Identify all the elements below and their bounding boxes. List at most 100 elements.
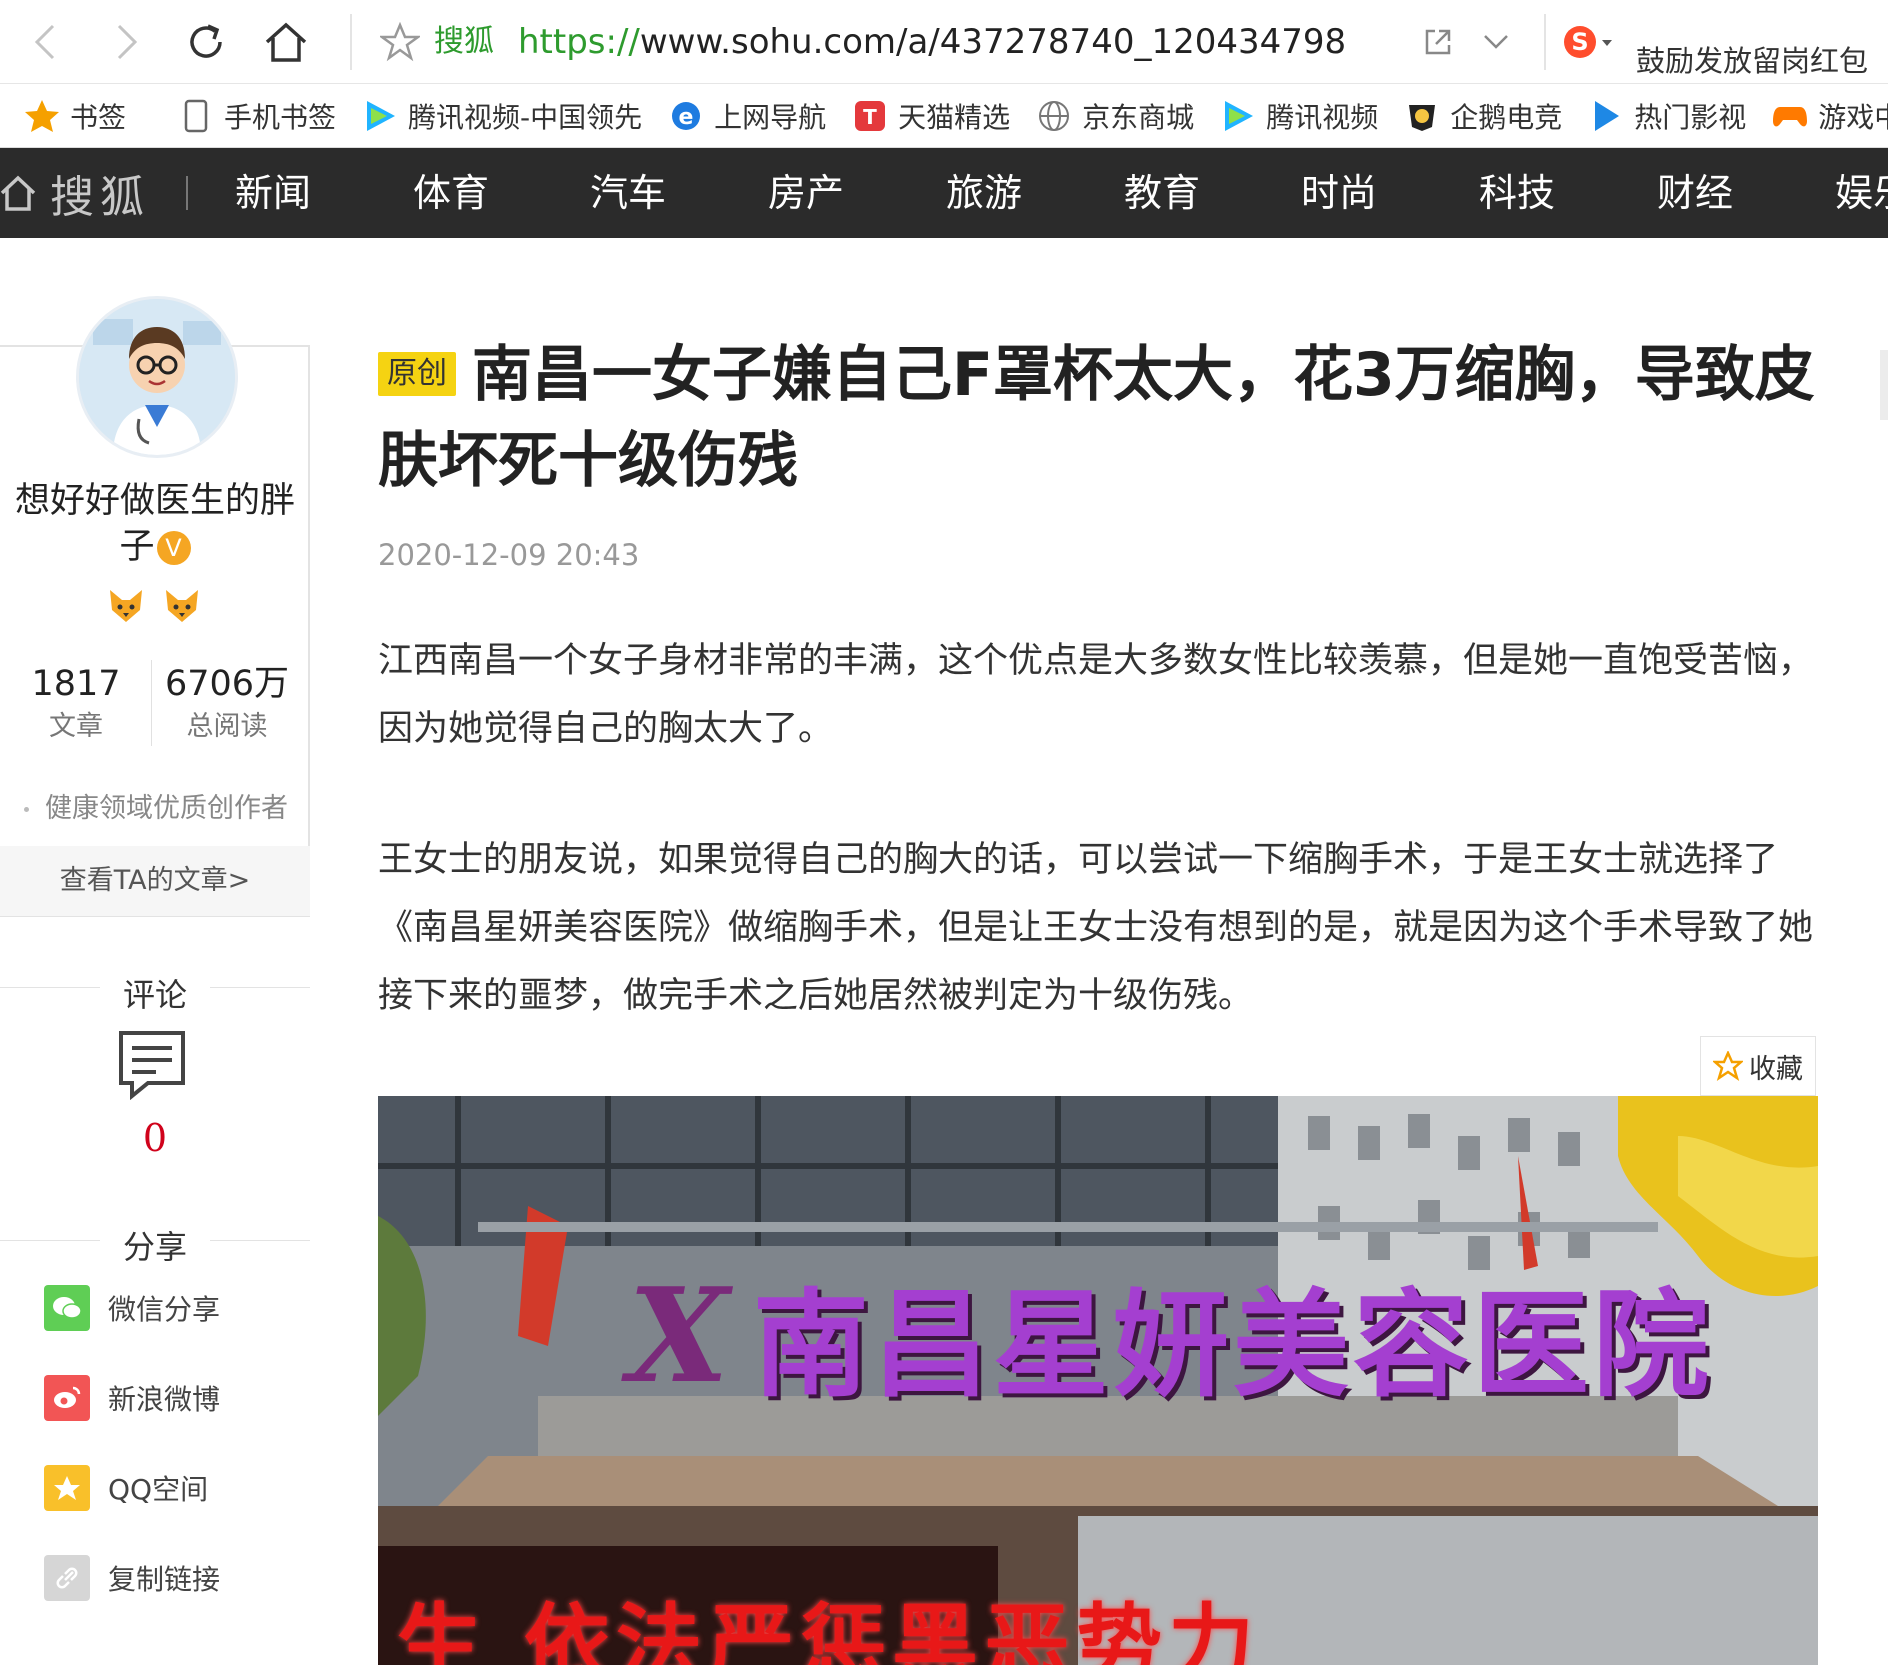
bookmark-label: 企鹅电竞 [1450,100,1563,134]
svg-text:T: T [863,105,877,129]
fox-badge-icon [110,590,142,622]
home-icon [0,175,36,211]
bookmark-item-web-nav[interactable]: e 上网导航 [668,84,827,147]
reads-label: 总阅读 [186,711,268,742]
author-level-badges [106,586,202,626]
url-protocol: https:// [518,22,640,62]
nav-item-auto[interactable]: 汽车 [590,166,666,220]
nav-item-sports[interactable]: 体育 [413,166,489,220]
bookmark-item-mobile[interactable]: 手机书签 [178,84,337,147]
bookmark-label: 京东商城 [1082,100,1195,134]
promo-news-text[interactable]: 鼓励发放留岗红包 [1636,38,1868,80]
article-image: X 南昌星妍美容医院 生 依法严惩黑恶势力 [378,1096,1818,1665]
led-banner-text: 生 依法严惩黑恶势力 [396,1595,1260,1665]
globe-icon [1036,98,1072,134]
bookmark-item-tencent-video-cn[interactable]: 腾讯视频-中国领先 [362,84,642,147]
bullet-dot [24,807,29,812]
bookmark-item-penguin-esports[interactable]: 企鹅电竞 [1404,84,1563,147]
comments-title: 评论 [122,976,187,1014]
bookmark-item-game-center[interactable]: 游戏中心 [1772,84,1888,147]
nav-item-travel[interactable]: 旅游 [946,166,1022,220]
favorite-button[interactable]: 收藏 [1700,1036,1816,1096]
forward-icon[interactable] [102,18,150,66]
nav-item-news[interactable]: 新闻 [235,166,311,220]
author-name[interactable]: 想好好做医生的胖子 V [0,478,310,570]
star-icon [24,98,60,134]
tmall-icon: T [852,98,888,134]
nav-divider [186,176,188,210]
site-nav-bar: 搜狐 新闻 体育 汽车 房产 旅游 教育 时尚 科技 财经 娱乐 [0,148,1888,238]
articles-count: 1817 [31,664,121,704]
home-icon[interactable] [262,18,310,66]
hospital-sign: X 南昌星妍美容医院 [628,1251,1713,1419]
share-title: 分享 [122,1228,187,1266]
back-icon[interactable] [22,18,70,66]
nav-item-education[interactable]: 教育 [1124,166,1200,220]
view-author-articles-link[interactable]: 查看TA的文章> [0,846,310,916]
bookmark-item-jd[interactable]: 京东商城 [1036,84,1195,147]
comment-icon[interactable] [118,1030,186,1101]
bookmarks-bar: 书签 手机书签 腾讯视频-中国领先 e 上网导航 T 天猫精选 京东商城 腾讯视… [0,84,1888,148]
share-label: QQ空间 [108,1473,209,1506]
reads-count: 6706万 [164,664,290,704]
chevron-down-icon[interactable] [1476,22,1516,62]
share-label: 新浪微博 [108,1383,221,1416]
hospital-sign-text: 南昌星妍美容医院 [752,1277,1713,1413]
link-icon [44,1555,90,1601]
nav-item-fashion[interactable]: 时尚 [1301,166,1377,220]
share-page-icon[interactable] [1418,22,1458,62]
scrollbar-sliver[interactable] [1880,350,1888,420]
bookmark-label: 手机书签 [224,100,337,134]
article-paragraph: 王女士的朋友说，如果觉得自己的胸大的话，可以尝试一下缩胸手术，于是王女士就选择了… [378,840,1814,1016]
nav-item-realestate[interactable]: 房产 [768,166,844,220]
wechat-icon [44,1285,90,1331]
bookmark-label: 腾讯视频 [1266,100,1379,134]
copy-link-button[interactable]: 复制链接 [44,1554,220,1602]
share-label: 微信分享 [108,1293,221,1326]
bookmark-label: 上网导航 [714,100,827,134]
author-avatar[interactable] [76,296,238,458]
logo-text: 搜狐 [50,172,150,223]
ie-icon: e [668,98,704,134]
share-weibo-button[interactable]: 新浪微博 [44,1374,220,1422]
stat-reads: 6706万 总阅读 [152,660,302,746]
bookmark-label: 书签 [70,100,127,134]
weibo-icon [44,1375,90,1421]
comment-count[interactable]: 0 [0,1116,310,1160]
article-paragraph: 江西南昌一个女子身材非常的丰满，这个优点是大多数女性比较羡慕，但是她一直饱受苦恼… [378,641,1814,749]
browser-toolbar: 搜狐 https://www.sohu.com/a/437278740_1204… [0,0,1888,84]
verified-badge-icon: V [156,531,191,565]
share-label: 复制链接 [108,1563,221,1596]
stat-articles: 1817 文章 [1,660,151,746]
bookmark-label: 游戏中心 [1818,100,1888,134]
nav-item-finance[interactable]: 财经 [1657,166,1733,220]
article-title: 原创 南昌一女子嫌自己F罩杯太大，花3万缩胸，导致皮肤坏死十级伤残 [378,332,1838,504]
svg-text:e: e [679,105,694,130]
share-qzone-button[interactable]: QQ空间 [44,1464,208,1512]
sogou-search-icon[interactable]: S [1560,22,1616,62]
original-tag: 原创 [378,352,456,396]
play-icon [1588,98,1624,134]
sohu-logo[interactable]: 搜狐 [0,166,150,223]
bookmark-item-hot-movies[interactable]: 热门影视 [1588,84,1747,147]
articles-label: 文章 [49,711,103,742]
share-wechat-button[interactable]: 微信分享 [44,1284,220,1332]
phone-icon [178,98,214,134]
svg-text:S: S [1571,28,1588,56]
nav-item-tech[interactable]: 科技 [1479,166,1555,220]
author-name-text: 想好好做医生的胖子 [14,481,295,567]
bookmark-item-tencent-video[interactable]: 腾讯视频 [1220,84,1379,147]
bookmark-item-tmall[interactable]: T 天猫精选 [852,84,1010,147]
nav-item-entertainment[interactable]: 娱乐 [1835,166,1888,220]
bookmark-star-icon[interactable] [378,21,422,62]
address-bar-url[interactable]: https://www.sohu.com/a/437278740_1204347… [518,20,1346,64]
penguin-esports-icon [1404,98,1440,134]
article-date: 2020-12-09 20:43 [378,538,640,572]
favorite-label: 收藏 [1749,1053,1803,1085]
author-honor: 健康领域优质创作者 [24,786,288,825]
article-title-text: 南昌一女子嫌自己F罩杯太大，花3万缩胸，导致皮肤坏死十级伤残 [378,340,1815,496]
bookmark-item-bookmarks[interactable]: 书签 [24,84,127,147]
bookmark-label: 热门影视 [1634,100,1747,134]
qzone-icon [44,1465,90,1511]
refresh-icon[interactable] [182,18,230,66]
